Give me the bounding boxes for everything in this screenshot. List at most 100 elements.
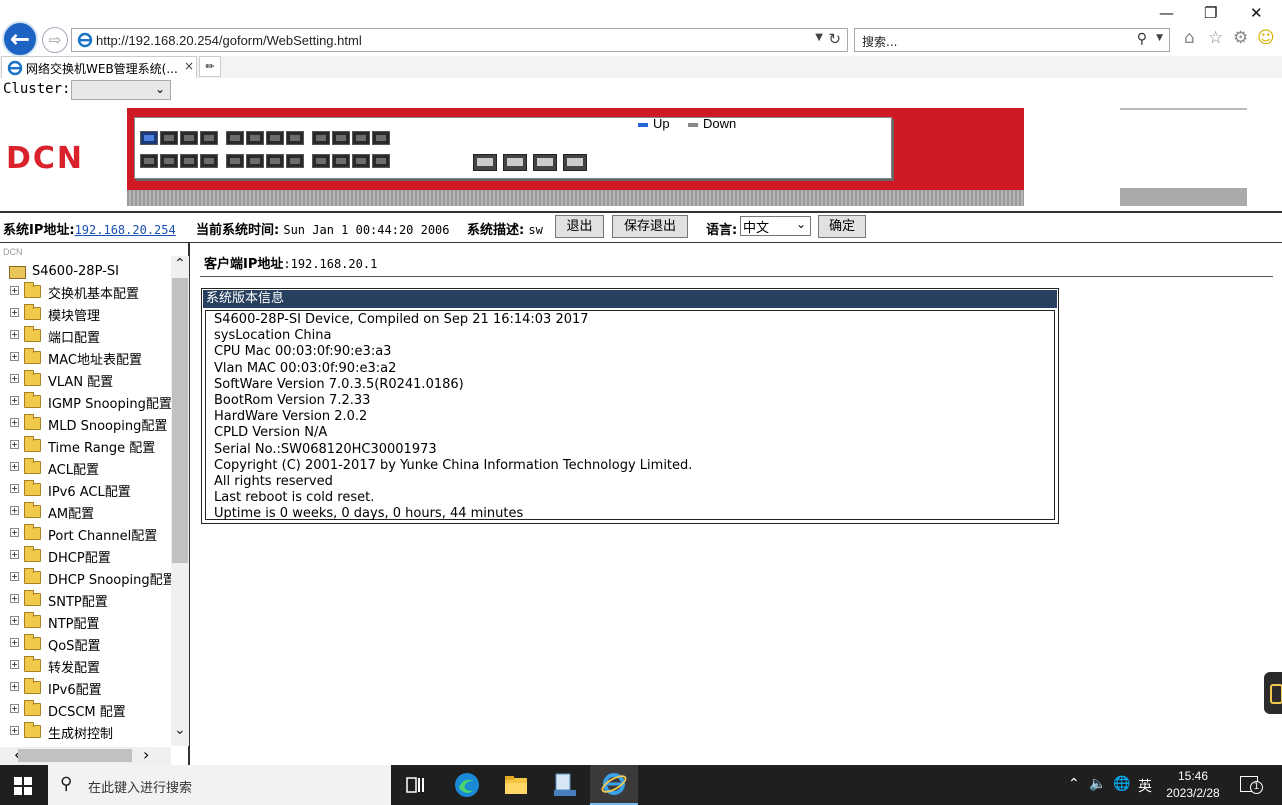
tree-item-label[interactable]: 端口配置 (48, 327, 100, 346)
expand-plus-icon[interactable]: + (10, 418, 19, 427)
tree-root-label[interactable]: S4600-28P-SI (32, 264, 119, 279)
switch-port-8[interactable] (200, 154, 218, 168)
switch-port-7[interactable] (200, 131, 218, 145)
expand-plus-icon[interactable]: + (10, 462, 19, 471)
switch-port-20[interactable] (332, 154, 350, 168)
h-scroll-thumb[interactable] (18, 749, 132, 762)
switch-port-16[interactable] (286, 154, 304, 168)
switch-port-19[interactable] (332, 131, 350, 145)
cluster-select[interactable]: ⌄ (71, 80, 171, 100)
tree-item-label[interactable]: AM配置 (48, 503, 94, 522)
back-button[interactable]: ← (2, 21, 38, 57)
browser-tab-active[interactable]: 网络交换机WEB管理系统(... × (1, 56, 197, 78)
switch-port-13[interactable] (266, 131, 284, 145)
windows-start-icon[interactable] (14, 777, 32, 795)
switch-port-14[interactable] (266, 154, 284, 168)
expand-plus-icon[interactable]: + (10, 638, 19, 647)
search-dropdown-icon[interactable]: ▼ (1156, 33, 1163, 43)
expand-plus-icon[interactable]: + (10, 550, 19, 559)
tree-item-label[interactable]: IGMP Snooping配置 (48, 393, 172, 412)
switch-port-10[interactable] (226, 154, 244, 168)
language-selected[interactable]: 中文 (743, 221, 769, 236)
smiley-feedback-icon[interactable]: ☺ (1257, 28, 1275, 48)
side-widget-handle[interactable] (1264, 672, 1282, 714)
sfp-port-25[interactable] (473, 154, 497, 171)
tree-item-label[interactable]: VLAN 配置 (48, 371, 113, 390)
tree-item-label[interactable]: IPv6配置 (48, 679, 102, 698)
settings-gear-icon[interactable]: ⚙ (1233, 28, 1248, 48)
expand-plus-icon[interactable]: + (10, 440, 19, 449)
volume-muted-icon[interactable]: 🔈 (1089, 776, 1106, 792)
tree-item-label[interactable]: MLD Snooping配置 (48, 415, 167, 434)
switch-port-1[interactable] (140, 131, 158, 145)
browser-search-placeholder[interactable]: 搜索... (862, 33, 897, 50)
confirm-button[interactable]: 确定 (818, 215, 866, 238)
tab-close-icon[interactable]: × (184, 59, 194, 73)
switch-port-6[interactable] (180, 154, 198, 168)
task-view-icon[interactable] (392, 765, 440, 805)
expand-plus-icon[interactable]: + (10, 352, 19, 361)
expand-plus-icon[interactable]: + (10, 396, 19, 405)
ime-indicator[interactable]: 英 (1138, 776, 1152, 796)
tree-horizontal-scrollbar[interactable]: ‹ › (0, 745, 171, 765)
network-globe-icon[interactable]: 🌐 (1113, 776, 1130, 792)
switch-port-9[interactable] (226, 131, 244, 145)
network-app-icon[interactable] (541, 765, 589, 805)
expand-plus-icon[interactable]: + (10, 374, 19, 383)
expand-plus-icon[interactable]: + (10, 572, 19, 581)
tree-item-label[interactable]: 模块管理 (48, 305, 100, 324)
new-tab-button[interactable]: ✏ (199, 56, 221, 77)
taskbar-clock[interactable]: 15:46 2023/2/28 (1162, 768, 1224, 802)
sfp-port-26[interactable] (503, 154, 527, 171)
close-window-icon[interactable]: ✕ (1250, 4, 1263, 22)
switch-port-22[interactable] (352, 154, 370, 168)
expand-plus-icon[interactable]: + (10, 704, 19, 713)
sfp-port-28[interactable] (563, 154, 587, 171)
expand-plus-icon[interactable]: + (10, 506, 19, 515)
expand-plus-icon[interactable]: + (10, 594, 19, 603)
tray-overflow-icon[interactable]: ⌃ (1068, 776, 1080, 792)
tree-item-label[interactable]: IPv6 ACL配置 (48, 481, 131, 500)
search-icon[interactable]: ⚲ (1137, 31, 1147, 47)
switch-port-21[interactable] (352, 131, 370, 145)
switch-port-18[interactable] (312, 154, 330, 168)
switch-port-3[interactable] (160, 131, 178, 145)
save-logout-button[interactable]: 保存退出 (612, 215, 688, 238)
tree-item-label[interactable]: NTP配置 (48, 613, 100, 632)
tree-item-label[interactable]: QoS配置 (48, 635, 100, 654)
expand-plus-icon[interactable]: + (10, 308, 19, 317)
tree-item-label[interactable]: 交换机基本配置 (48, 283, 139, 302)
switch-port-23[interactable] (372, 131, 390, 145)
switch-port-4[interactable] (160, 154, 178, 168)
switch-port-24[interactable] (372, 154, 390, 168)
tree-item-label[interactable]: MAC地址表配置 (48, 349, 142, 368)
switch-port-12[interactable] (246, 154, 264, 168)
tree-item-label[interactable]: Time Range 配置 (48, 437, 155, 456)
scroll-right-icon[interactable]: › (143, 745, 149, 764)
tree-vertical-scrollbar[interactable]: ⌃ ⌄ (171, 256, 189, 746)
tree-item-label[interactable]: DHCP配置 (48, 547, 111, 566)
expand-plus-icon[interactable]: + (10, 286, 19, 295)
sfp-port-27[interactable] (533, 154, 557, 171)
refresh-icon[interactable]: ↻ (828, 30, 841, 48)
restore-icon[interactable]: ❐ (1204, 4, 1217, 22)
tree-item-label[interactable]: 生成树控制 (48, 723, 113, 742)
switch-port-11[interactable] (246, 131, 264, 145)
expand-plus-icon[interactable]: + (10, 330, 19, 339)
notification-icon[interactable]: 1 (1240, 776, 1263, 794)
edge-browser-icon[interactable] (443, 765, 491, 805)
address-bar[interactable]: http://192.168.20.254/goform/WebSetting.… (71, 28, 848, 52)
browser-search-box[interactable]: 搜索... ⚲ ▼ (854, 28, 1170, 52)
switch-port-15[interactable] (286, 131, 304, 145)
scroll-up-icon[interactable]: ⌃ (174, 256, 186, 272)
switch-port-2[interactable] (140, 154, 158, 168)
switch-port-17[interactable] (312, 131, 330, 145)
expand-plus-icon[interactable]: + (10, 682, 19, 691)
tree-item-label[interactable]: SNTP配置 (48, 591, 108, 610)
forward-button[interactable]: ⇨ (42, 27, 68, 53)
tree-item-label[interactable]: 转发配置 (48, 657, 100, 676)
scroll-down-icon[interactable]: ⌄ (174, 722, 186, 738)
tree-item-label[interactable]: DHCP Snooping配置 (48, 569, 176, 588)
switch-port-5[interactable] (180, 131, 198, 145)
expand-plus-icon[interactable]: + (10, 484, 19, 493)
